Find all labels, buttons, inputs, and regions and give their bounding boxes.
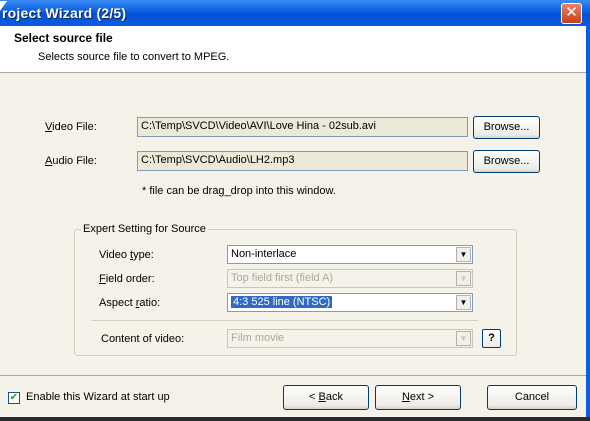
page-title: Select source file xyxy=(14,31,113,45)
chevron-down-icon[interactable]: ▼ xyxy=(456,295,471,310)
chevron-down-icon[interactable]: ▼ xyxy=(456,271,471,286)
chevron-down-icon[interactable]: ▼ xyxy=(456,331,471,346)
group-separator xyxy=(92,320,478,321)
page-subtitle: Selects source file to convert to MPEG. xyxy=(38,51,230,63)
video-type-select[interactable]: Non-interlace ▼ xyxy=(227,245,473,264)
video-type-label: Video type: xyxy=(99,249,154,261)
back-button[interactable]: < Back xyxy=(283,385,369,410)
aspect-ratio-label: Aspect ratio: xyxy=(99,297,161,309)
checkmark-icon: ✔ xyxy=(9,392,19,403)
next-button[interactable]: Next > xyxy=(375,385,461,410)
wizard-header: Select source file Selects source file t… xyxy=(0,26,586,73)
audio-file-label: Audio File: xyxy=(45,155,97,167)
video-file-field[interactable]: C:\Temp\SVCD\Video\AVI\Love Hina - 02sub… xyxy=(137,117,468,137)
window-title: roject Wizard (2/5) xyxy=(2,5,127,21)
window-border xyxy=(586,26,590,421)
title-bar[interactable]: roject Wizard (2/5) xyxy=(0,0,590,26)
help-button[interactable]: ? xyxy=(482,329,501,348)
expert-settings-legend: Expert Setting for Source xyxy=(81,223,208,235)
enable-wizard-checkbox[interactable]: ✔ xyxy=(8,392,20,404)
content-of-video-label: Content of video: xyxy=(101,333,185,345)
chevron-down-icon[interactable]: ▼ xyxy=(456,247,471,262)
cancel-button[interactable]: Cancel xyxy=(487,385,577,410)
drag-drop-note: * file can be drag_drop into this window… xyxy=(142,185,336,197)
audio-file-field[interactable]: C:\Temp\SVCD\Audio\LH2.mp3 xyxy=(137,151,468,171)
field-order-select[interactable]: Top field first (field A) ▼ xyxy=(227,269,473,288)
footer-divider xyxy=(0,375,586,376)
enable-wizard-label: Enable this Wizard at start up xyxy=(26,391,170,403)
field-order-label: Field order: xyxy=(99,273,155,285)
close-button[interactable]: ✕ xyxy=(561,3,582,24)
content-of-video-select[interactable]: Film movie ▼ xyxy=(227,329,473,348)
mouse-cursor-icon xyxy=(0,1,7,11)
video-file-label: Video File: xyxy=(45,121,97,133)
video-browse-button[interactable]: Browse... xyxy=(473,116,540,139)
close-icon: ✕ xyxy=(565,4,578,21)
taskbar-edge xyxy=(0,417,590,421)
aspect-ratio-select[interactable]: 4:3 525 line (NTSC) ▼ xyxy=(227,293,473,312)
audio-browse-button[interactable]: Browse... xyxy=(473,150,540,173)
